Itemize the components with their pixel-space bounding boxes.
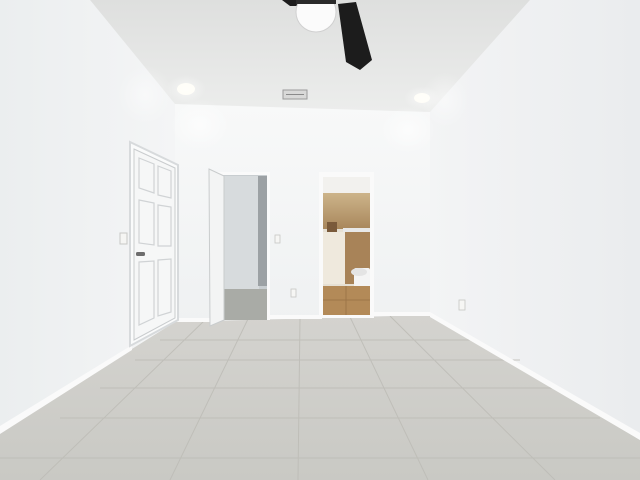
bathroom-doorway xyxy=(319,172,374,318)
wall-switch-back xyxy=(274,234,281,244)
back-baseboard-left xyxy=(176,318,210,322)
open-hall-door xyxy=(208,168,225,327)
room-scene xyxy=(0,0,640,480)
outlet-right xyxy=(458,299,466,311)
light-switch xyxy=(119,232,128,245)
closet-door xyxy=(129,140,179,348)
bedroom-photo xyxy=(0,0,640,480)
outlet-back xyxy=(290,288,297,298)
back-baseboard-right xyxy=(374,312,430,316)
door-handle xyxy=(136,252,145,256)
back-baseboard-mid xyxy=(270,315,322,319)
